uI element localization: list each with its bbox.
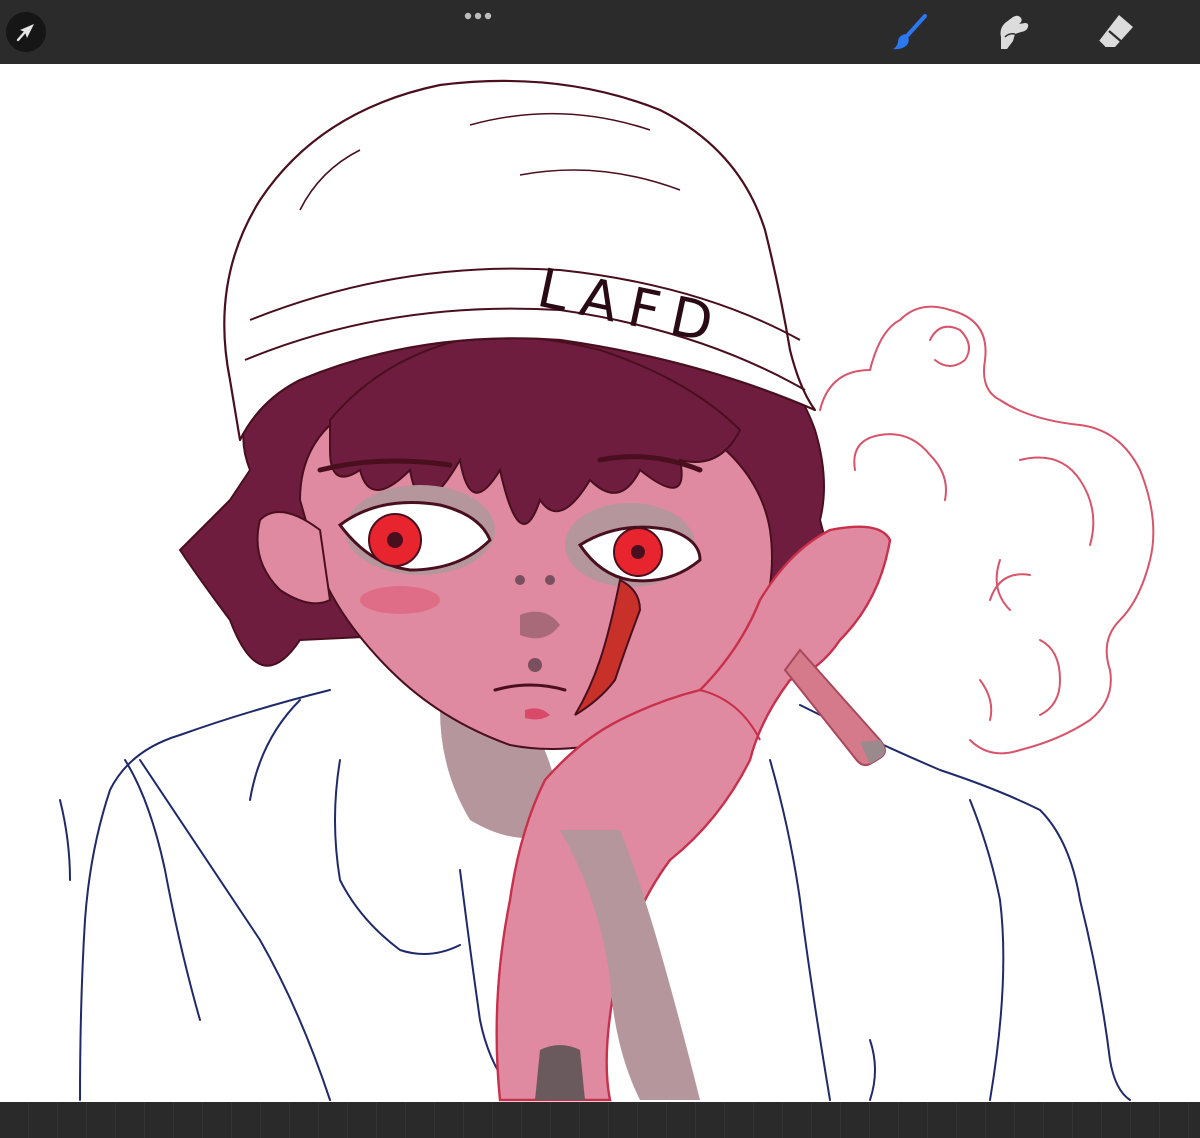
procreate-app: LAFD (0, 0, 1200, 1138)
arrow-cursor-icon (16, 24, 34, 42)
more-button[interactable] (452, 2, 504, 30)
bottom-bar (0, 1102, 1200, 1138)
smudge-finger-icon (1000, 15, 1029, 49)
top-toolbar (0, 0, 1200, 64)
more-dots-icon (464, 12, 492, 20)
eraser-icon (1098, 15, 1133, 48)
brush-tool-button[interactable] (884, 6, 936, 58)
eraser-tool-button[interactable] (1090, 6, 1142, 58)
actions-button[interactable] (0, 6, 52, 58)
brush-icon (893, 14, 927, 50)
actions-circle (6, 12, 46, 52)
artwork-drawing: LAFD (59, 79, 1155, 1102)
drawing-canvas[interactable]: LAFD (0, 64, 1200, 1102)
smudge-tool-button[interactable] (986, 6, 1038, 58)
